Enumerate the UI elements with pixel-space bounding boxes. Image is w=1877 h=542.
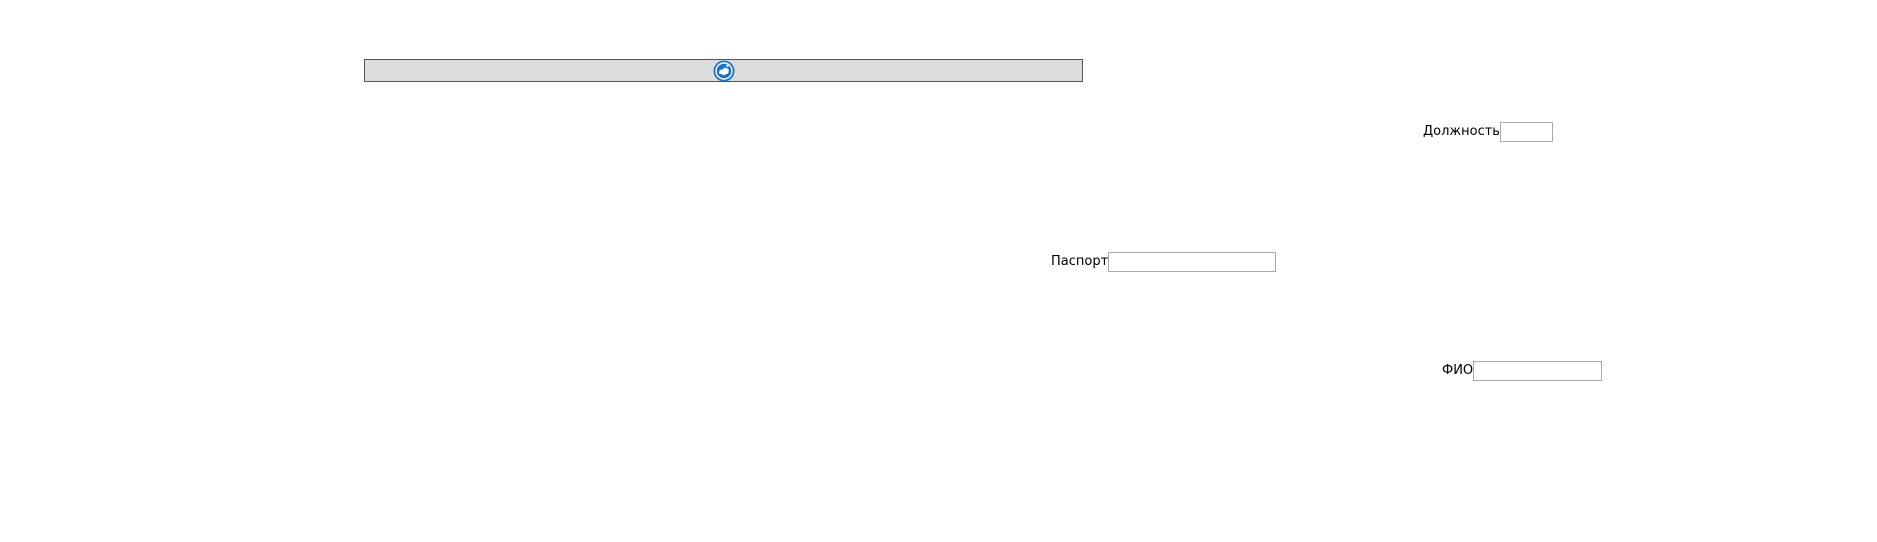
position-label: Должность <box>1423 124 1500 139</box>
fio-input[interactable] <box>1473 361 1603 381</box>
position-input[interactable] <box>1499 122 1553 142</box>
position-field: Должность <box>1423 122 1553 142</box>
toolbar-bar <box>364 59 1083 82</box>
page: Должность Паспорт ФИО <box>0 0 1877 542</box>
passport-field: Паспорт <box>1051 252 1277 272</box>
globe-refresh-icon[interactable] <box>713 60 735 82</box>
fio-label: ФИО <box>1442 363 1474 378</box>
passport-input[interactable] <box>1108 252 1277 272</box>
passport-label: Паспорт <box>1051 254 1109 269</box>
fio-field: ФИО <box>1442 361 1603 381</box>
